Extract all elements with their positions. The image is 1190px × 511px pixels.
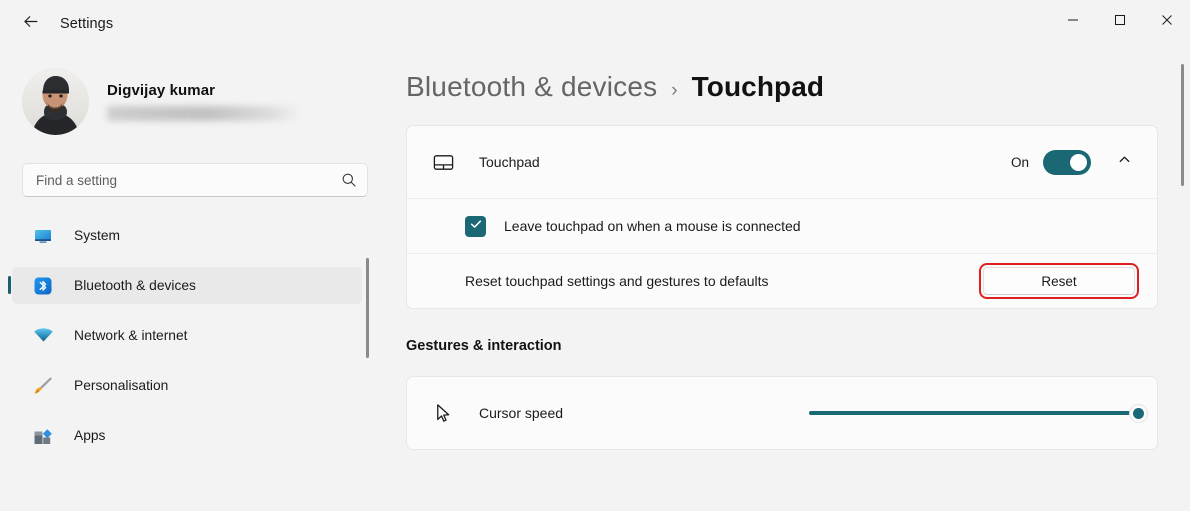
sidebar-item-label: Bluetooth & devices xyxy=(74,278,196,293)
reset-touchpad-row: Reset touchpad settings and gestures to … xyxy=(407,253,1157,308)
reset-button[interactable]: Reset xyxy=(983,267,1135,295)
sidebar-item-bluetooth-devices[interactable]: Bluetooth & devices xyxy=(12,267,362,304)
reset-description: Reset touchpad settings and gestures to … xyxy=(465,273,769,289)
back-button[interactable] xyxy=(12,8,48,40)
expand-collapse-button[interactable] xyxy=(1109,147,1139,177)
slider-track xyxy=(809,411,1139,415)
profile-text: Digvijay kumar xyxy=(107,82,299,121)
sidebar-item-system[interactable]: System xyxy=(12,217,362,254)
minimize-button[interactable] xyxy=(1049,0,1096,40)
title-bar: Settings xyxy=(0,0,1190,48)
system-monitor-icon xyxy=(32,225,54,247)
sidebar-item-label: Network & internet xyxy=(74,328,188,343)
bluetooth-icon xyxy=(32,275,54,297)
touchpad-header-row: Touchpad On xyxy=(407,126,1157,198)
close-button[interactable] xyxy=(1143,0,1190,40)
sidebar-item-label: System xyxy=(74,228,120,243)
gestures-section-title: Gestures & interaction xyxy=(406,338,1190,354)
sidebar-item-network-internet[interactable]: Network & internet xyxy=(12,317,362,354)
cursor-speed-label: Cursor speed xyxy=(479,405,563,421)
maximize-icon xyxy=(1114,14,1126,26)
gestures-card: Cursor speed xyxy=(406,376,1158,450)
close-icon xyxy=(1161,14,1173,26)
leave-touchpad-on-label: Leave touchpad on when a mouse is connec… xyxy=(504,218,801,234)
touchpad-toggle[interactable] xyxy=(1043,150,1091,175)
back-arrow-icon xyxy=(21,12,40,36)
sidebar-item-label: Apps xyxy=(74,428,105,443)
touchpad-label: Touchpad xyxy=(479,154,540,170)
user-profile[interactable]: Digvijay kumar xyxy=(22,68,380,135)
maximize-button[interactable] xyxy=(1096,0,1143,40)
sidebar-scrollbar[interactable] xyxy=(366,258,369,358)
paintbrush-icon xyxy=(32,375,54,397)
main-scrollbar[interactable] xyxy=(1181,64,1184,186)
sidebar: Digvijay kumar xyxy=(0,48,380,511)
checkmark-icon xyxy=(469,217,483,236)
cursor-arrow-icon xyxy=(425,402,461,425)
breadcrumb: Bluetooth & devices › Touchpad xyxy=(406,71,1190,103)
touchpad-card: Touchpad On xyxy=(406,125,1158,309)
window-controls xyxy=(1049,0,1190,48)
reset-button-highlight: Reset xyxy=(979,263,1139,299)
minimize-icon xyxy=(1067,14,1079,26)
touchpad-icon xyxy=(425,151,461,174)
profile-name: Digvijay kumar xyxy=(107,82,299,99)
search-box[interactable] xyxy=(22,163,368,197)
search-input[interactable] xyxy=(36,173,341,188)
app-title: Settings xyxy=(60,16,113,32)
sidebar-item-apps[interactable]: Apps xyxy=(12,417,362,454)
wifi-icon xyxy=(32,325,54,347)
cursor-speed-row: Cursor speed xyxy=(407,377,1157,449)
search-icon xyxy=(341,172,357,188)
page-title: Touchpad xyxy=(692,71,825,103)
main-content: Bluetooth & devices › Touchpad Touchpad … xyxy=(380,48,1190,511)
avatar xyxy=(22,68,89,135)
leave-touchpad-on-checkbox[interactable] xyxy=(465,216,486,237)
sidebar-item-label: Personalisation xyxy=(74,378,168,393)
chevron-up-icon xyxy=(1117,152,1132,172)
profile-email-redacted xyxy=(107,106,299,121)
breadcrumb-parent-link[interactable]: Bluetooth & devices xyxy=(406,71,657,103)
breadcrumb-separator-icon: › xyxy=(671,80,677,102)
leave-touchpad-on-row: Leave touchpad on when a mouse is connec… xyxy=(407,198,1157,253)
sidebar-item-personalisation[interactable]: Personalisation xyxy=(12,367,362,404)
apps-icon xyxy=(32,425,54,447)
sidebar-nav: System Bluetooth & devices xyxy=(0,217,380,454)
settings-window: Settings xyxy=(0,0,1190,511)
toggle-knob xyxy=(1070,154,1087,171)
slider-thumb[interactable] xyxy=(1129,404,1148,423)
touchpad-toggle-state: On xyxy=(1011,155,1029,170)
cursor-speed-slider[interactable] xyxy=(809,403,1139,423)
